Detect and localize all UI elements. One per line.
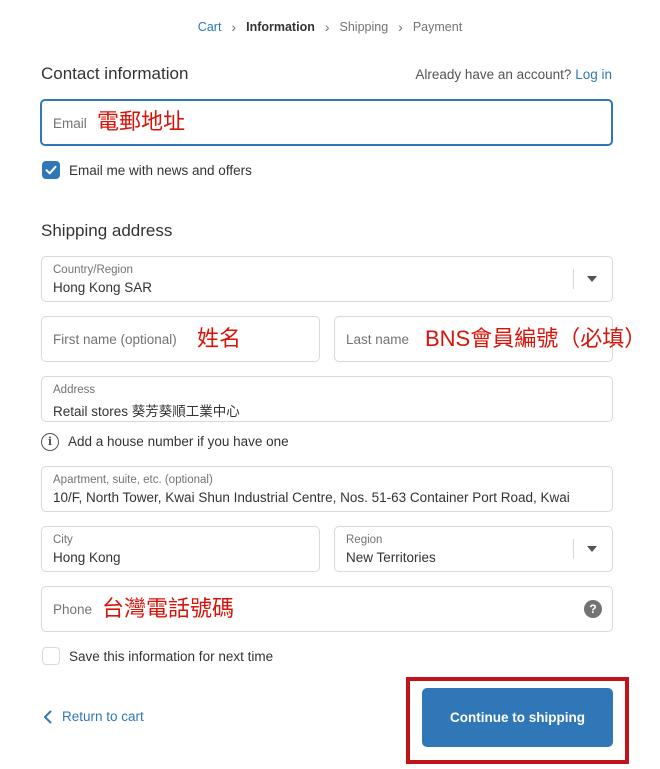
house-number-hint: Add a house number if you have one — [68, 434, 289, 449]
breadcrumb-information: Information — [246, 20, 315, 34]
account-prompt-text: Already have an account? — [415, 67, 572, 82]
phone-placeholder: Phone — [53, 602, 93, 617]
apartment-value: 10/F, North Tower, Kwai Shun Industrial … — [53, 490, 570, 505]
select-divider — [573, 269, 574, 289]
contact-section-title: Contact information — [41, 64, 189, 83]
apartment-field[interactable]: Apartment, suite, etc. (optional) 10/F, … — [41, 466, 613, 512]
login-link[interactable]: Log in — [575, 67, 612, 82]
account-prompt: Already have an account? Log in — [415, 67, 612, 82]
breadcrumb-cart[interactable]: Cart — [198, 20, 222, 34]
email-annotation: 電郵地址 — [97, 109, 186, 134]
city-field[interactable]: City Hong Kong — [41, 526, 320, 572]
city-label: City — [53, 534, 73, 546]
chevron-right-icon: › — [231, 19, 237, 35]
address-value: Retail stores 葵芳葵順工業中心 — [53, 404, 240, 419]
address-label: Address — [53, 384, 96, 396]
region-label: Region — [346, 534, 383, 546]
save-info-checkbox[interactable] — [42, 647, 60, 665]
last-name-annotation: BNS會員編號（必填） — [425, 326, 647, 351]
region-select[interactable]: Region New Territories — [334, 526, 613, 572]
continue-to-shipping-button[interactable]: Continue to shipping — [422, 688, 613, 747]
last-name-field[interactable]: Last name BNS會員編號（必填） — [334, 316, 646, 362]
help-icon[interactable]: ? — [584, 600, 602, 618]
chevron-right-icon: › — [398, 19, 403, 35]
chevron-left-icon — [44, 710, 52, 723]
return-to-cart-link[interactable]: Return to cart — [43, 709, 144, 724]
select-divider — [573, 539, 574, 559]
phone-field[interactable]: Phone 台灣電話號碼 ? — [41, 586, 613, 632]
return-to-cart-label: Return to cart — [62, 709, 144, 724]
info-icon: i — [41, 433, 59, 451]
chevron-right-icon: › — [324, 19, 330, 35]
last-name-placeholder: Last name — [346, 332, 410, 347]
phone-annotation: 台灣電話號碼 — [102, 596, 235, 621]
breadcrumb-shipping: Shipping — [339, 20, 389, 34]
email-field[interactable]: Email 電郵地址 — [40, 99, 613, 146]
first-name-field[interactable]: First name (optional) 姓名 — [41, 316, 320, 362]
caret-down-icon — [587, 276, 597, 282]
country-value: Hong Kong SAR — [53, 280, 153, 295]
first-name-placeholder: First name (optional) — [53, 332, 177, 347]
newsletter-checkbox[interactable] — [42, 161, 60, 179]
check-icon — [45, 165, 57, 175]
caret-down-icon — [587, 546, 597, 552]
save-info-label: Save this information for next time — [69, 649, 274, 664]
first-name-annotation: 姓名 — [197, 326, 242, 351]
shipping-section-title: Shipping address — [41, 221, 173, 240]
breadcrumb: Cart › Information › Shipping › Payment — [0, 18, 660, 36]
city-value: Hong Kong — [53, 550, 121, 565]
breadcrumb-payment: Payment — [412, 20, 463, 34]
email-placeholder: Email — [53, 116, 87, 131]
apartment-label: Apartment, suite, etc. (optional) — [53, 474, 213, 486]
country-select[interactable]: Country/Region Hong Kong SAR — [41, 256, 613, 302]
address-field[interactable]: Address Retail stores 葵芳葵順工業中心 — [41, 376, 613, 422]
region-value: New Territories — [346, 550, 436, 565]
country-label: Country/Region — [53, 264, 133, 276]
newsletter-label: Email me with news and offers — [69, 163, 252, 178]
